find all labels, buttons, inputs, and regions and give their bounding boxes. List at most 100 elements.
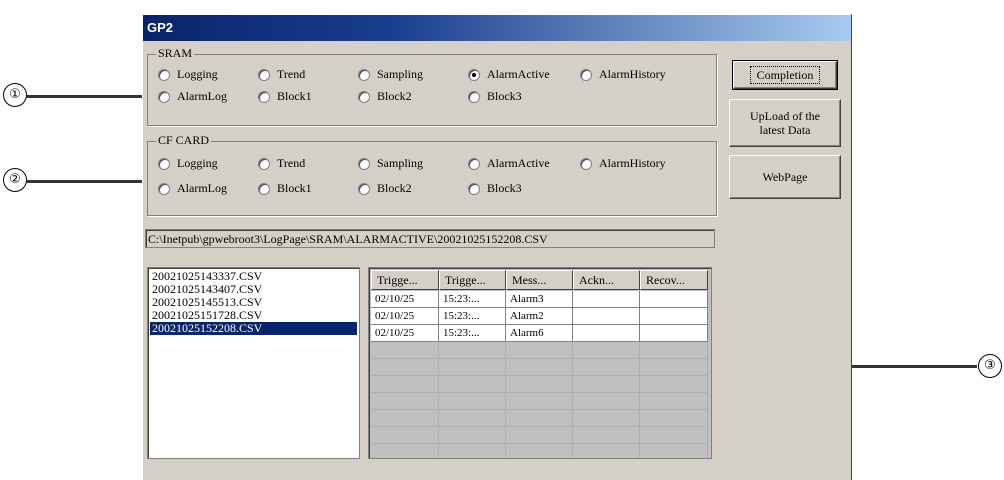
cf-radio-block2[interactable]: Block2 [358, 181, 412, 196]
sram-group: SRAM Logging Trend Sampling AlarmActive Alar… [147, 46, 717, 126]
table-cell[interactable]: Alarm2 [506, 308, 573, 325]
empty-cell [573, 376, 640, 393]
empty-cell [439, 342, 506, 359]
cf-radio-trend[interactable]: Trend [258, 156, 305, 171]
column-header[interactable]: Trigge... [371, 270, 439, 290]
sram-radio-circle-icon [158, 68, 170, 81]
completion-button-label: Completion [749, 66, 821, 84]
sram-radio-label: AlarmLog [177, 89, 227, 103]
table-cell[interactable]: 02/10/25 [371, 291, 439, 308]
table-cell[interactable] [640, 325, 708, 342]
empty-cell [640, 393, 708, 410]
column-header[interactable]: Ackn... [573, 270, 640, 290]
cf-radio-circle-icon [258, 182, 270, 195]
sram-radio-circle-icon [580, 68, 592, 81]
sram-radio-logging[interactable]: Logging [158, 67, 218, 82]
table-cell[interactable] [640, 308, 708, 325]
empty-cell [573, 359, 640, 376]
sram-radio-alarmactive[interactable]: AlarmActive [468, 67, 550, 82]
sram-radio-block2[interactable]: Block2 [358, 89, 412, 104]
cf-radio-alarmlog[interactable]: AlarmLog [158, 181, 227, 196]
sram-radio-label: Sampling [377, 67, 424, 81]
empty-cell [506, 393, 573, 410]
empty-cell [640, 427, 708, 444]
sram-radio-block1[interactable]: Block1 [258, 89, 312, 104]
table-cell[interactable]: Alarm6 [506, 325, 573, 342]
empty-cell [640, 359, 708, 376]
sram-radio-alarmhistory[interactable]: AlarmHistory [580, 67, 666, 82]
upload-button-line2: latest Data [759, 123, 811, 137]
empty-cell [640, 444, 708, 458]
sram-radio-alarmlog[interactable]: AlarmLog [158, 89, 227, 104]
empty-cell [640, 342, 708, 359]
upload-latest-data-button[interactable]: UpLoad of the latest Data [729, 99, 841, 147]
cf-radio-sampling[interactable]: Sampling [358, 156, 423, 171]
sram-radio-circle-icon [158, 90, 170, 103]
sram-radio-block3[interactable]: Block3 [468, 89, 522, 104]
empty-cell [640, 376, 708, 393]
empty-cell [506, 444, 573, 458]
file-list-item[interactable]: 20021025152208.CSV [150, 322, 357, 335]
cf-radio-block1[interactable]: Block1 [258, 181, 312, 196]
cf-radio-block3[interactable]: Block3 [468, 181, 522, 196]
empty-cell [439, 359, 506, 376]
cf-radio-label: Block2 [377, 181, 412, 195]
sram-radio-label: AlarmHistory [599, 67, 666, 81]
empty-cell [439, 376, 506, 393]
callout-3: ③ [978, 354, 1002, 378]
sram-radio-sampling[interactable]: Sampling [358, 67, 423, 82]
column-header[interactable]: Recov... [640, 270, 708, 290]
table-cell[interactable] [573, 325, 640, 342]
table-cell[interactable]: 15:23:... [439, 308, 506, 325]
table-cell[interactable]: 02/10/25 [371, 308, 439, 325]
empty-cell [371, 393, 439, 410]
alarm-data-grid[interactable]: Trigge... Trigge... Mess... Ackn... Recov...… [368, 267, 712, 459]
callout-1: ① [3, 83, 27, 107]
empty-cell [371, 410, 439, 427]
table-cell[interactable]: 02/10/25 [371, 325, 439, 342]
sram-radio-circle-icon [258, 90, 270, 103]
empty-cell [439, 427, 506, 444]
window-title: GP2 [147, 20, 174, 35]
callout-2-leader [27, 180, 157, 183]
column-header[interactable]: Trigge... [439, 270, 506, 290]
callout-2: ② [3, 168, 27, 192]
csv-file-list[interactable]: 20021025143337.CSV 20021025143407.CSV 2002… [147, 267, 360, 459]
empty-cell [573, 393, 640, 410]
empty-cell [573, 427, 640, 444]
empty-cell [371, 359, 439, 376]
cf-radio-alarmhistory[interactable]: AlarmHistory [580, 156, 666, 171]
sram-radio-label: AlarmActive [487, 67, 550, 81]
gp2-window: GP2 SRAM Logging Trend Sampling AlarmActive… [142, 14, 852, 480]
empty-cell [573, 342, 640, 359]
table-cell[interactable]: 15:23:... [439, 291, 506, 308]
title-bar[interactable]: GP2 [143, 15, 851, 41]
table-cell[interactable] [573, 291, 640, 308]
empty-cell [506, 427, 573, 444]
completion-button[interactable]: Completion [732, 60, 838, 90]
sram-radio-trend[interactable]: Trend [258, 67, 305, 82]
cf-radio-label: AlarmActive [487, 156, 550, 170]
empty-cell [371, 427, 439, 444]
cf-card-group-label: CF CARD [156, 133, 212, 148]
table-cell[interactable]: Alarm3 [506, 291, 573, 308]
cf-radio-alarmactive[interactable]: AlarmActive [468, 156, 550, 171]
empty-cell [506, 410, 573, 427]
cf-radio-label: Trend [277, 156, 306, 170]
cf-radio-circle-icon [468, 157, 480, 170]
webpage-button[interactable]: WebPage [729, 155, 841, 199]
table-cell[interactable]: 15:23:... [439, 325, 506, 342]
cf-radio-logging[interactable]: Logging [158, 156, 218, 171]
table-cell[interactable] [573, 308, 640, 325]
empty-cell [371, 444, 439, 458]
sram-radio-circle-icon [468, 90, 480, 103]
webpage-button-label: WebPage [762, 170, 808, 184]
empty-cell [371, 376, 439, 393]
empty-cell [573, 444, 640, 458]
callout-1-leader [27, 95, 157, 98]
column-header[interactable]: Mess... [506, 270, 573, 290]
sram-radio-circle-icon [358, 90, 370, 103]
table-cell[interactable] [640, 291, 708, 308]
cf-radio-label: Block3 [487, 181, 522, 195]
empty-cell [506, 342, 573, 359]
